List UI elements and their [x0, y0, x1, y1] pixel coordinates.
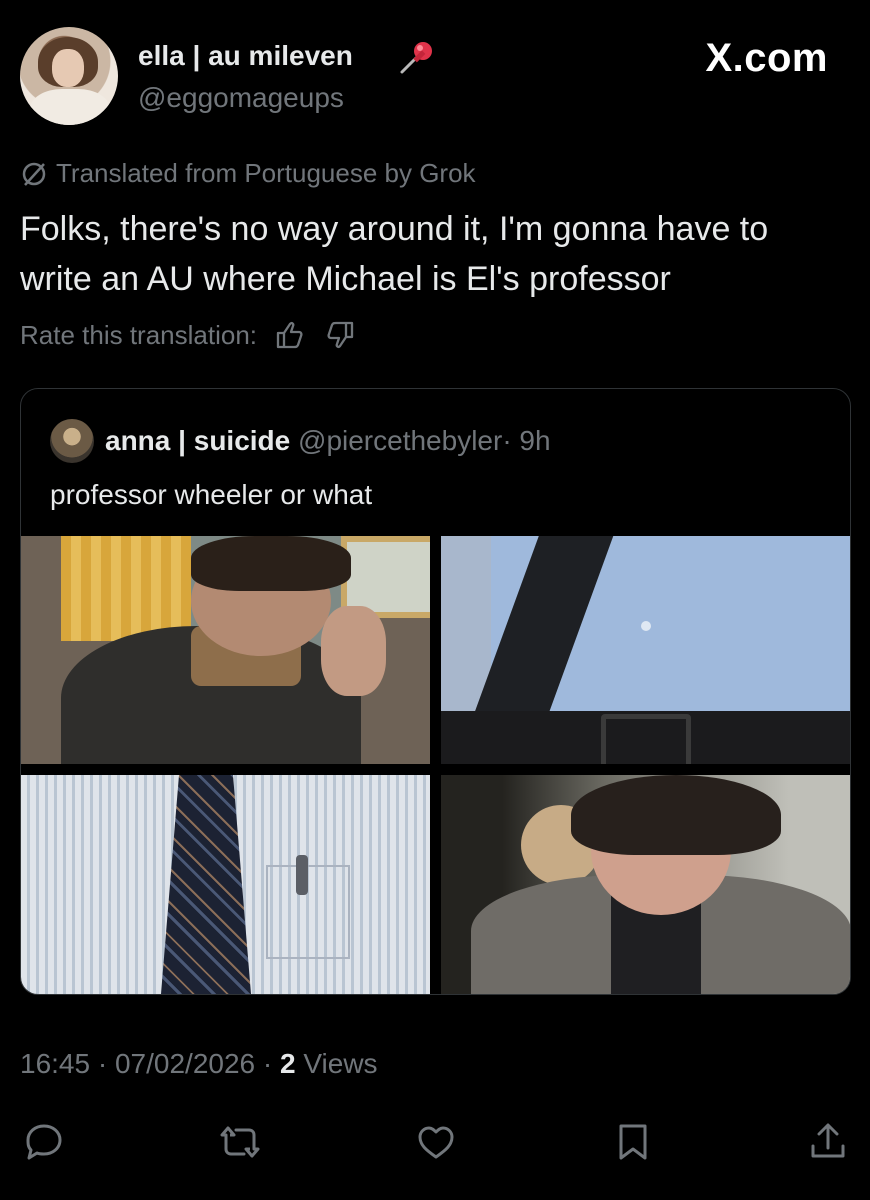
- thumbs-up-icon[interactable]: [273, 318, 307, 352]
- repost-icon[interactable]: [218, 1120, 262, 1164]
- bookmark-icon[interactable]: [611, 1120, 655, 1164]
- quoted-time: · 9h: [502, 425, 551, 456]
- like-icon[interactable]: [414, 1120, 458, 1164]
- quoted-author-handle[interactable]: @piercethebyler: [298, 425, 502, 456]
- author-avatar[interactable]: [20, 27, 118, 125]
- tweet-date[interactable]: 07/02/2026: [115, 1048, 255, 1079]
- tweet-text-line-1: Folks, there's no way around it, I'm gon…: [20, 210, 769, 248]
- reply-icon[interactable]: [22, 1120, 66, 1164]
- quoted-photo-1[interactable]: [21, 536, 430, 764]
- pushpin-icon: [400, 42, 432, 74]
- rate-translation-label: Rate this translation:: [20, 319, 258, 350]
- meta-separator-1: ·: [97, 1048, 108, 1079]
- grok-slash-icon: [22, 162, 46, 186]
- quoted-author-header: anna | suicide @piercethebyler· 9h: [105, 425, 551, 457]
- thumbs-down-icon[interactable]: [323, 318, 357, 352]
- views-count: 2: [280, 1048, 296, 1079]
- quoted-author-avatar[interactable]: [50, 419, 94, 463]
- rate-translation-row: Rate this translation:: [20, 318, 357, 352]
- quoted-photo-3[interactable]: [21, 775, 430, 994]
- quoted-tweet-text: professor wheeler or what: [50, 479, 373, 510]
- author-handle[interactable]: @eggomageups: [138, 82, 344, 114]
- tweet-meta: 16:45 · 07/02/2026 · 2 Views: [20, 1048, 378, 1080]
- translation-notice: Translated from Portuguese by Grok: [20, 158, 476, 189]
- quoted-photo-2[interactable]: [441, 536, 850, 764]
- quoted-photo-4[interactable]: [441, 775, 850, 994]
- tweet-text-line-2: write an AU where Michael is El's profes…: [20, 260, 671, 298]
- translation-notice-text: Translated from Portuguese by Grok: [56, 158, 476, 188]
- quoted-tweet-card[interactable]: anna | suicide @piercethebyler· 9h profe…: [20, 388, 851, 995]
- x-brand-watermark: X.com: [705, 36, 828, 80]
- tweet-text: Folks, there's no way around it, I'm gon…: [20, 204, 860, 304]
- share-icon[interactable]: [806, 1120, 850, 1164]
- quoted-author-name[interactable]: anna | suicide: [105, 425, 290, 456]
- views-label: Views: [303, 1048, 378, 1079]
- tweet-time[interactable]: 16:45: [20, 1048, 90, 1079]
- meta-separator-2: ·: [262, 1048, 273, 1079]
- author-display-name[interactable]: ella | au mileven: [138, 40, 353, 72]
